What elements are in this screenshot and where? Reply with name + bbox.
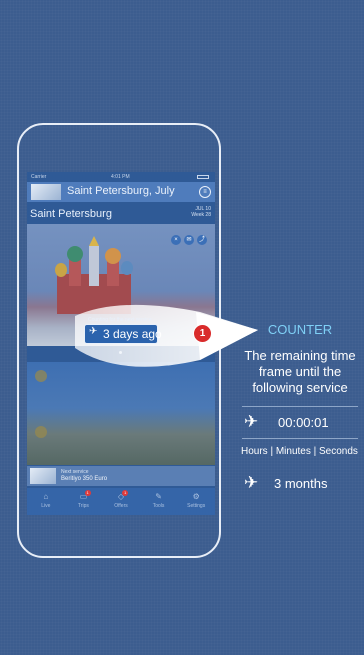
cathedral-illustration — [55, 236, 133, 314]
divider — [242, 406, 358, 407]
tab-label: Trips — [77, 503, 89, 509]
app-header: Saint Petersburg, July ≡ — [27, 182, 215, 202]
photo-actions: × ✉ ⤴ — [168, 228, 207, 246]
counter-caption: Counting for the next service — [88, 317, 152, 323]
tab-badge: 1 — [122, 490, 129, 496]
tab-badge: 1 — [84, 490, 91, 496]
tab-label: Tools — [152, 503, 165, 509]
city-name: Saint Petersburg — [30, 208, 112, 220]
marker-icon[interactable] — [35, 426, 47, 438]
date-line-2: Week 28 — [191, 212, 211, 218]
tab-bar: ⌂ Live ▭ 1 Trips ◇ 1 Offers ✎ Tools ⚙ Se… — [27, 488, 215, 515]
divider — [242, 438, 358, 439]
plane-icon: ✈ — [244, 412, 259, 431]
timer-value: 00:00:01 — [278, 415, 329, 430]
clock: 4:01 PM — [111, 174, 130, 180]
plane-thumbnail — [30, 468, 56, 484]
months-row: ✈ 3 months — [244, 473, 358, 494]
wrench-icon: ✎ — [155, 492, 162, 501]
callout-description: The remaining time frame until the follo… — [244, 348, 356, 395]
house-icon: ⌂ — [43, 492, 49, 501]
menu-icon[interactable]: ≡ — [199, 186, 211, 198]
next-service-card[interactable]: Next service Beritiyo 350 Euro — [27, 466, 215, 486]
tab-live[interactable]: ⌂ Live — [27, 488, 65, 515]
landscape-photo[interactable] — [27, 362, 215, 465]
months-value: 3 months — [274, 476, 328, 491]
next-card-line-1: Next service — [61, 469, 89, 475]
tab-label: Settings — [187, 503, 206, 509]
page-indicator[interactable] — [119, 351, 122, 354]
units-label: Hours | Minutes | Seconds — [241, 446, 358, 457]
tab-tools[interactable]: ✎ Tools — [140, 488, 178, 515]
tab-label: Live — [41, 503, 51, 509]
close-icon[interactable]: × — [171, 235, 181, 245]
next-card-line-2: Beritiyo 350 Euro — [61, 476, 108, 482]
header-title: Saint Petersburg, July — [67, 185, 175, 197]
carrier-label: Carrier — [31, 174, 47, 180]
tab-settings[interactable]: ⚙ Settings — [177, 488, 215, 515]
date-label: JUL 10 Week 28 — [191, 206, 211, 218]
counter-pill[interactable]: ✈ 3 days ago — [84, 324, 162, 344]
share-icon[interactable]: ⤴ — [197, 235, 207, 245]
callout-title: COUNTER — [267, 322, 333, 337]
status-bar: Carrier 4:01 PM — [27, 172, 215, 182]
timer-row: ✈ 00:00:01 — [244, 412, 358, 433]
plane-thumbnail — [31, 184, 61, 200]
notification-badge[interactable]: 1 — [193, 324, 212, 343]
battery-icon — [197, 175, 209, 179]
counter-value: 3 days ago — [103, 327, 162, 341]
marker-icon[interactable] — [35, 370, 47, 382]
gear-icon: ⚙ — [192, 492, 200, 501]
tab-trips[interactable]: ▭ 1 Trips — [65, 488, 103, 515]
tab-offers[interactable]: ◇ 1 Offers — [102, 488, 140, 515]
mail-icon[interactable]: ✉ — [184, 235, 194, 245]
tab-label: Offers — [114, 503, 128, 509]
plane-icon: ✈ — [89, 326, 98, 337]
plane-landing-icon: ✈ — [244, 473, 259, 492]
city-row: Saint Petersburg JUL 10 Week 28 — [27, 203, 215, 223]
